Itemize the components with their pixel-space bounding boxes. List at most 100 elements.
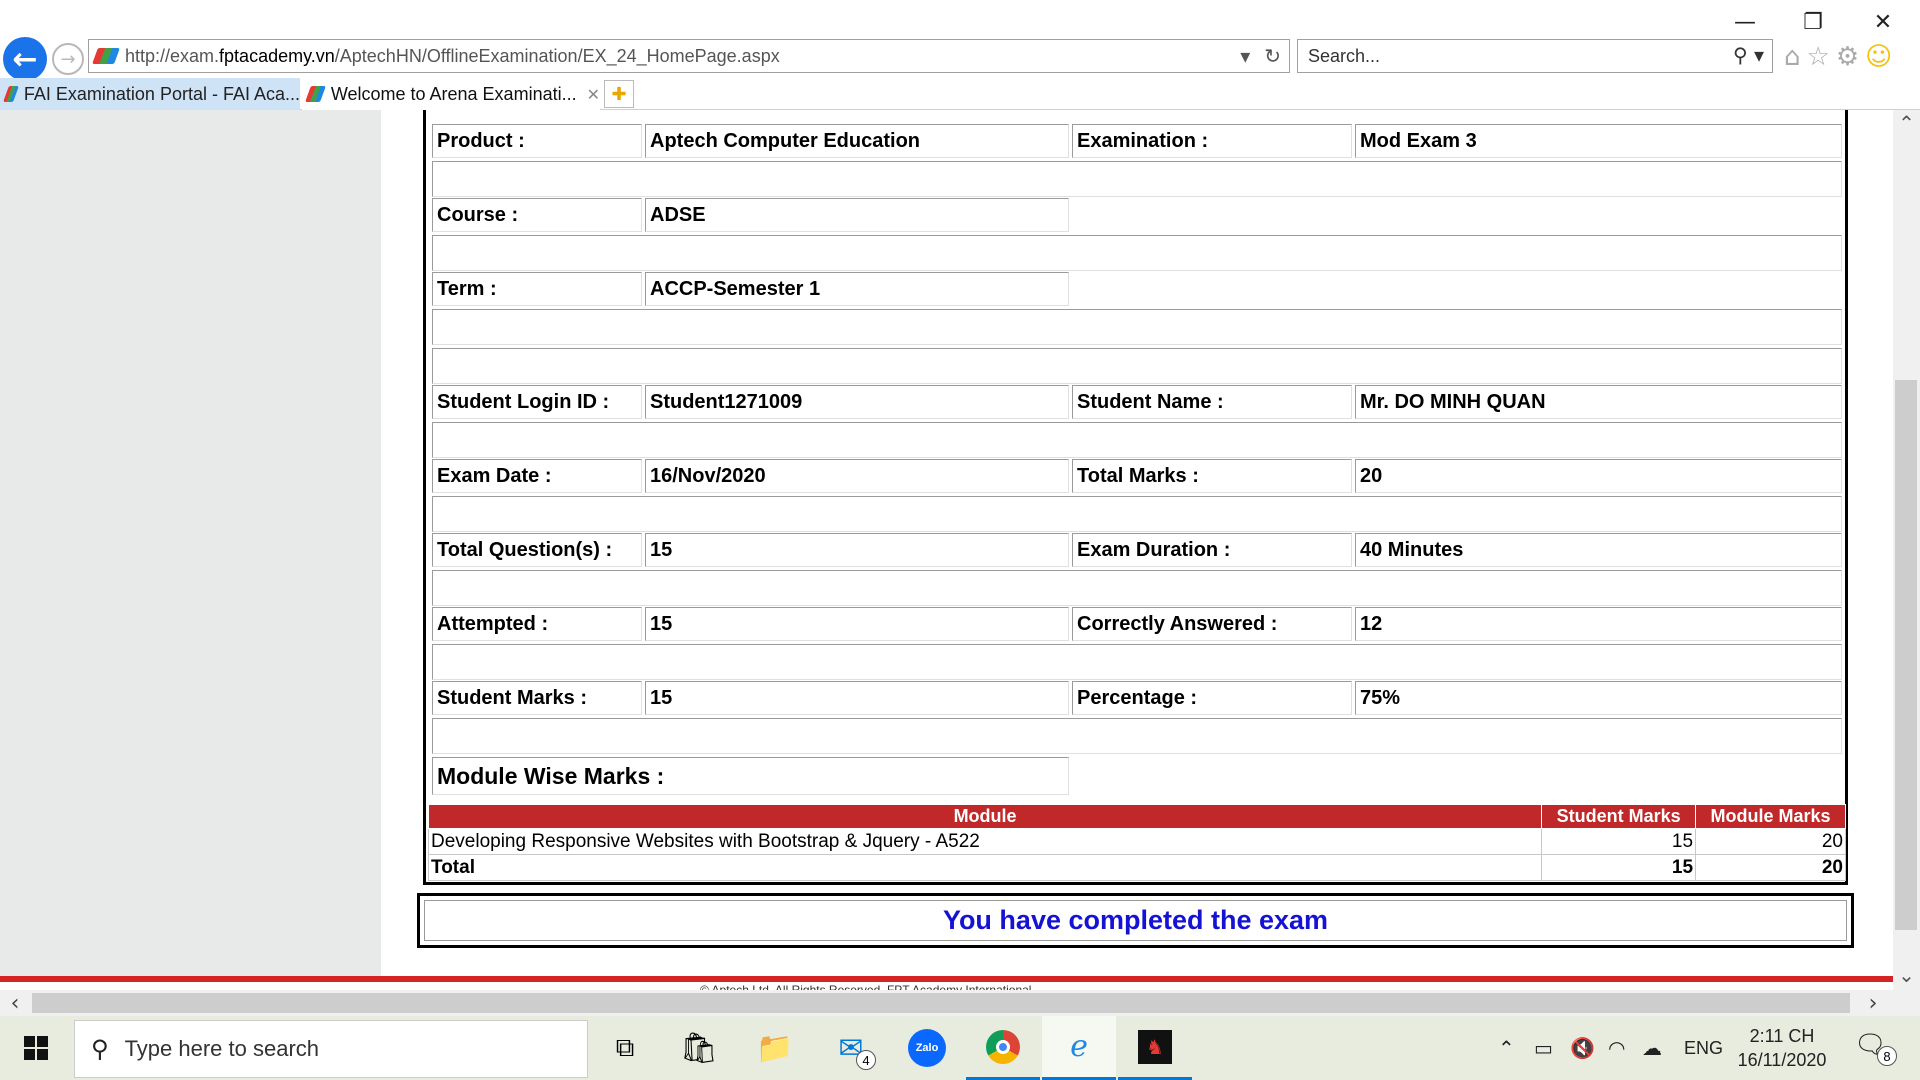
onedrive-cloud-icon[interactable]: ☁ xyxy=(1642,1016,1662,1080)
settings-gear-icon[interactable]: ⚙ xyxy=(1836,42,1859,72)
zalo-icon[interactable]: Zalo xyxy=(890,1016,964,1080)
new-tab-icon[interactable]: ✚ xyxy=(604,80,634,108)
exam-result-panel: Product : Aptech Computer Education Exam… xyxy=(423,110,1848,885)
file-explorer-icon[interactable]: 📁 xyxy=(738,1016,812,1080)
spacer-row xyxy=(432,644,1842,680)
footer-copyright: © Aptech Ltd. All Rights Reserved. FPT A… xyxy=(700,983,1032,990)
student-marks-cell: 15 xyxy=(1541,828,1697,855)
attempted-label: Attempted : xyxy=(432,607,642,641)
scroll-down-icon[interactable]: ⌄ xyxy=(1893,962,1920,988)
browser-search-box[interactable]: Search... ⚲ ▾ xyxy=(1297,39,1773,73)
student-login-value: Student1271009 xyxy=(645,385,1069,419)
course-row: Course : ADSE xyxy=(432,198,1842,232)
language-indicator[interactable]: ENG xyxy=(1684,1016,1723,1080)
spacer-row xyxy=(432,309,1842,345)
search-dropdown-icon[interactable]: ▾ xyxy=(1754,43,1764,67)
windows-logo-icon xyxy=(24,1036,48,1060)
taskbar-search-placeholder: Type here to search xyxy=(124,1036,320,1061)
tab-label: Welcome to Arena Examinati... xyxy=(330,83,577,104)
student-marks-row: Student Marks : 15 Percentage : 75% xyxy=(432,681,1842,715)
tab-welcome-arena[interactable]: Welcome to Arena Examinati... ✕ xyxy=(302,78,600,110)
clock[interactable]: 2:11 CH 16/11/2020 xyxy=(1732,1024,1832,1072)
product-row: Product : Aptech Computer Education Exam… xyxy=(432,124,1842,158)
forward-arrow-icon[interactable]: → xyxy=(52,43,84,75)
correctly-answered-value: 12 xyxy=(1355,607,1842,641)
course-value: ADSE xyxy=(645,198,1069,232)
module-marks-cell: 20 xyxy=(1695,828,1846,855)
total-questions-label: Total Question(s) : xyxy=(432,533,642,567)
taskbar-search-box[interactable]: ⚲ Type here to search xyxy=(74,1020,588,1078)
student-marks-label: Student Marks : xyxy=(432,681,642,715)
spacer-row xyxy=(432,235,1842,271)
task-view-icon[interactable]: ⧉ xyxy=(588,1016,662,1080)
spacer-row xyxy=(432,496,1842,532)
spacer-row xyxy=(432,348,1842,384)
scrollbar-corner xyxy=(1893,990,1920,1016)
table-total-row: Total 15 20 xyxy=(427,854,1846,881)
exam-date-label: Exam Date : xyxy=(432,459,642,493)
url-text[interactable]: http://exam.fptacademy.vn/AptechHN/Offli… xyxy=(125,46,780,67)
vertical-scroll-thumb[interactable] xyxy=(1895,380,1917,930)
student-login-label: Student Login ID : xyxy=(432,385,642,419)
student-name-label: Student Name : xyxy=(1072,385,1352,419)
tab-fai-examination-portal[interactable]: FAI Examination Portal - FAI Aca... xyxy=(0,78,300,110)
start-button[interactable] xyxy=(0,1016,72,1080)
horizontal-scroll-thumb[interactable] xyxy=(32,993,1850,1013)
action-center-icon[interactable]: 🗨 8 xyxy=(1854,1030,1898,1066)
volume-muted-icon[interactable]: 🔇 xyxy=(1570,1016,1595,1080)
exam-date-row: Exam Date : 16/Nov/2020 Total Marks : 20 xyxy=(432,459,1842,493)
total-marks-value: 20 xyxy=(1355,459,1842,493)
spacer-row xyxy=(432,422,1842,458)
refresh-icon[interactable]: ↻ xyxy=(1264,44,1281,68)
internet-explorer-icon[interactable]: ℯ xyxy=(1042,1016,1116,1080)
scroll-left-icon[interactable]: ‹ xyxy=(0,990,30,1016)
total-questions-row: Total Question(s) : 15 Exam Duration : 4… xyxy=(432,533,1842,567)
dropdown-chevron-icon[interactable]: ▾ xyxy=(1240,44,1250,68)
total-questions-value: 15 xyxy=(645,533,1069,567)
completed-message: You have completed the exam xyxy=(424,900,1847,941)
home-icon[interactable]: ⌂ xyxy=(1784,42,1801,72)
wifi-icon[interactable]: ◠ xyxy=(1608,1016,1625,1080)
spacer-row xyxy=(432,570,1842,606)
mail-badge: 4 xyxy=(856,1050,876,1070)
tab-close-icon[interactable]: ✕ xyxy=(587,85,600,104)
favorites-star-icon[interactable]: ☆ xyxy=(1807,42,1830,72)
exam-duration-label: Exam Duration : xyxy=(1072,533,1352,567)
examination-value: Mod Exam 3 xyxy=(1355,124,1842,158)
left-side-panel xyxy=(0,110,381,976)
scroll-up-icon[interactable]: ⌃ xyxy=(1893,110,1920,136)
student-name-value: Mr. DO MINH QUAN xyxy=(1355,385,1842,419)
battery-icon[interactable]: ▭ xyxy=(1534,1016,1553,1080)
chrome-icon[interactable] xyxy=(966,1016,1040,1080)
tab-bar: FAI Examination Portal - FAI Aca... Welc… xyxy=(0,78,1920,110)
student-login-row: Student Login ID : Student1271009 Studen… xyxy=(432,385,1842,419)
total-marks-label: Total Marks : xyxy=(1072,459,1352,493)
term-label: Term : xyxy=(432,272,642,306)
search-icon: ⚲ xyxy=(91,1035,109,1063)
notification-count-badge: 8 xyxy=(1877,1046,1898,1066)
back-arrow-icon[interactable]: ← xyxy=(3,37,47,81)
scroll-right-icon[interactable]: › xyxy=(1858,990,1888,1016)
horizontal-scrollbar[interactable]: ‹ › xyxy=(0,990,1893,1016)
show-hidden-icons-icon[interactable]: ⌃ xyxy=(1498,1016,1515,1080)
tab-favicon-icon xyxy=(3,86,19,102)
page-footer: © Aptech Ltd. All Rights Reserved. FPT A… xyxy=(0,976,1893,990)
mail-icon[interactable]: ✉ 4 xyxy=(814,1016,888,1080)
total-label-cell: Total xyxy=(427,854,1543,881)
navigation-bar: ← → http://exam.fptacademy.vn/AptechHN/O… xyxy=(0,34,1920,81)
tab-favicon-icon xyxy=(305,86,326,102)
address-bar[interactable]: http://exam.fptacademy.vn/AptechHN/Offli… xyxy=(88,39,1290,73)
spacer-row xyxy=(432,161,1842,197)
feedback-smiley-icon[interactable]: ☺ xyxy=(1865,42,1892,72)
search-icon[interactable]: ⚲ xyxy=(1733,43,1748,67)
attempted-row: Attempted : 15 Correctly Answered : 12 xyxy=(432,607,1842,641)
garena-icon[interactable]: ♞ xyxy=(1118,1016,1192,1080)
term-row: Term : ACCP-Semester 1 xyxy=(432,272,1842,306)
tab-label: FAI Examination Portal - FAI Aca... xyxy=(23,83,300,104)
store-icon[interactable]: 🛍 xyxy=(662,1016,736,1080)
vertical-scrollbar[interactable]: ⌃ ⌄ xyxy=(1893,110,1920,990)
course-label: Course : xyxy=(432,198,642,232)
zalo-label: Zalo xyxy=(908,1029,946,1067)
attempted-value: 15 xyxy=(645,607,1069,641)
table-header-row: Module Student Marks Module Marks xyxy=(427,804,1846,829)
